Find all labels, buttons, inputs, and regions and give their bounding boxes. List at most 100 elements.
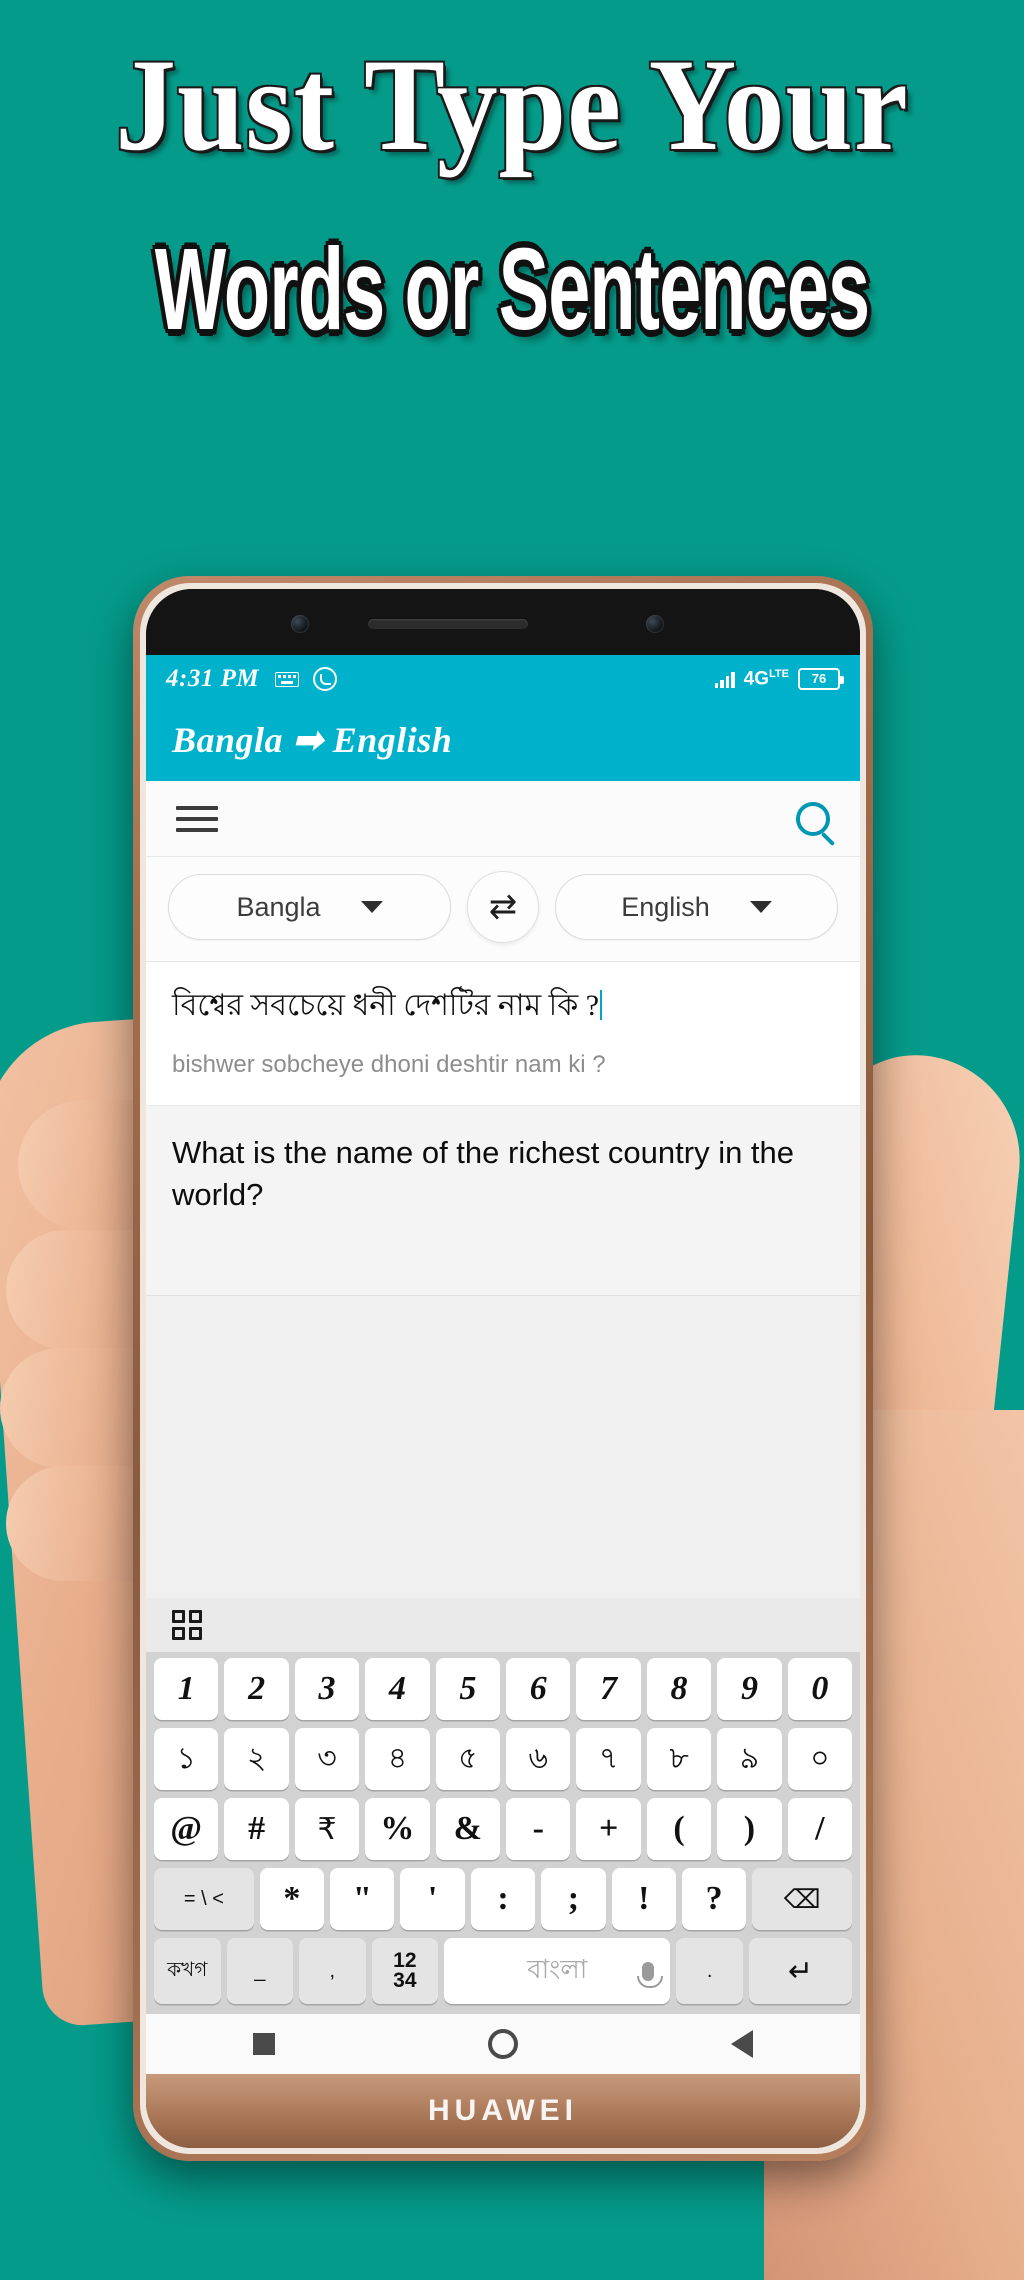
key-plus[interactable]: + <box>576 1798 641 1860</box>
key-5[interactable]: 5 <box>435 1658 501 1720</box>
whatsapp-icon <box>313 667 338 691</box>
key-3[interactable]: 3 <box>294 1658 360 1720</box>
language-selector-row: Bangla ⇄ English <box>146 857 860 962</box>
promo-headline-line2: Words or Sentences <box>154 225 870 355</box>
source-text-area[interactable]: বিশ্বের সবচেয়ে ধনী দেশটির নাম কি ? <box>146 962 860 1037</box>
source-text: বিশ্বের সবচেয়ে ধনী দেশটির নাম কি ? <box>172 989 600 1022</box>
app-title: Bangla ➡ English <box>172 720 453 760</box>
network-type-label: 4GLTE <box>743 667 789 690</box>
key-hash[interactable]: # <box>224 1798 289 1860</box>
triangle-back-icon[interactable] <box>731 2030 754 2058</box>
signal-bars-icon <box>714 670 735 688</box>
front-camera-right-icon <box>646 615 664 633</box>
target-language-label: English <box>621 891 710 922</box>
app-toolbar <box>146 781 860 857</box>
key-comma[interactable]: , <box>299 1938 366 2004</box>
source-text-row: বিশ্বের সবচেয়ে ধনী দেশটির নাম কি ? <box>172 986 834 1027</box>
square-recents-icon[interactable] <box>252 2033 275 2055</box>
key-hyphen[interactable]: - <box>506 1798 571 1860</box>
key-numeric-layout[interactable]: 12 34 <box>371 1938 439 2004</box>
microphone-icon[interactable] <box>637 1961 664 1988</box>
key-single-quote[interactable]: ' <box>400 1868 465 1930</box>
key-1[interactable]: 1 <box>154 1658 219 1720</box>
key-language-switch[interactable]: কখগ <box>154 1938 221 2004</box>
key-8[interactable]: 8 <box>646 1658 712 1720</box>
earpiece-speaker <box>368 619 528 629</box>
app-bar: Bangla ➡ English <box>146 703 860 781</box>
key-bangla-0[interactable]: ০ <box>787 1728 853 1790</box>
source-language-selector[interactable]: Bangla <box>168 874 451 940</box>
target-language-selector[interactable]: English <box>555 874 838 940</box>
keyboard-icon <box>275 671 300 687</box>
transliteration-text: bishwer sobcheye dhoni deshtir nam ki ? <box>146 1036 860 1106</box>
keyboard-toolbar <box>146 1598 860 1652</box>
key-enter[interactable]: ↵ <box>748 1938 852 2004</box>
key-paren-open[interactable]: ( <box>646 1798 712 1860</box>
key-exclamation[interactable]: ! <box>611 1868 676 1930</box>
phone-device: 4:31 PM 4GLTE 76 Bangla ➡ English Bangla… <box>133 576 873 2161</box>
key-9[interactable]: 9 <box>717 1658 782 1720</box>
key-symbols-shift[interactable]: = \ < <box>154 1868 254 1930</box>
status-right-group: 4GLTE 76 <box>714 667 844 690</box>
key-bangla-8[interactable]: ৮ <box>646 1728 712 1790</box>
swap-languages-button[interactable]: ⇄ <box>467 871 539 943</box>
key-period[interactable]: . <box>676 1938 743 2004</box>
key-ampersand[interactable]: & <box>435 1798 501 1860</box>
translation-output-area[interactable]: What is the name of the richest country … <box>146 1105 860 1296</box>
key-question[interactable]: ? <box>681 1868 747 1930</box>
output-spacer <box>146 1295 860 1598</box>
key-bangla-7[interactable]: ৭ <box>576 1728 641 1790</box>
key-bangla-6[interactable]: ৬ <box>506 1728 571 1790</box>
translation-output-text: What is the name of the richest country … <box>172 1134 795 1213</box>
key-underscore[interactable]: _ <box>226 1938 294 2004</box>
key-bangla-9[interactable]: ৯ <box>717 1728 782 1790</box>
key-bangla-1[interactable]: ১ <box>154 1728 219 1790</box>
key-numeric-top: 12 <box>393 1949 417 1972</box>
key-colon[interactable]: : <box>470 1868 536 1930</box>
key-spacebar[interactable]: বাংলা <box>444 1938 671 2004</box>
keyboard-row-bottom: কখগ _ , 12 34 বাংলা . ↵ <box>150 1938 856 2004</box>
key-0[interactable]: 0 <box>787 1658 853 1720</box>
keyboard-row-numbers-bangla: ১ ২ ৩ ৪ ৫ ৬ ৭ ৮ ৯ ০ <box>150 1728 856 1790</box>
key-double-quote[interactable]: " <box>330 1868 395 1930</box>
promo-banner: Just Type Your Words or Sentences <box>0 0 1024 430</box>
key-paren-close[interactable]: ) <box>717 1798 782 1860</box>
key-6[interactable]: 6 <box>506 1658 571 1720</box>
key-numeric-bottom: 34 <box>393 1969 417 1992</box>
text-cursor <box>600 990 603 1020</box>
search-icon[interactable] <box>796 801 830 836</box>
key-bangla-2[interactable]: ২ <box>224 1728 289 1790</box>
key-bangla-3[interactable]: ৩ <box>294 1728 360 1790</box>
grid-apps-icon[interactable] <box>172 1610 202 1640</box>
battery-icon: 76 <box>798 667 844 690</box>
key-bangla-4[interactable]: ৪ <box>365 1728 430 1790</box>
status-time: 4:31 PM <box>166 665 260 692</box>
phone-chin: HUAWEI <box>146 2074 860 2148</box>
phone-inner-frame: 4:31 PM 4GLTE 76 Bangla ➡ English Bangla… <box>140 583 866 2154</box>
keyboard-row-punctuation: = \ < * " ' : ; ! ? ⌫ <box>150 1868 856 1930</box>
phone-brand-label: HUAWEI <box>428 2094 578 2127</box>
chevron-down-icon <box>360 901 383 913</box>
key-asterisk[interactable]: * <box>259 1868 325 1930</box>
key-backspace[interactable]: ⌫ <box>752 1868 853 1930</box>
key-slash[interactable]: / <box>787 1798 853 1860</box>
keyboard-row-numbers-latin: 1 2 3 4 5 6 7 8 9 0 <box>150 1658 856 1720</box>
key-semicolon[interactable]: ; <box>541 1868 606 1930</box>
spacebar-label: বাংলা <box>527 1955 588 1985</box>
phone-top-bar <box>146 589 860 655</box>
front-camera-left-icon <box>291 615 309 633</box>
key-rupee[interactable]: ₹ <box>294 1798 360 1860</box>
status-bar: 4:31 PM 4GLTE 76 <box>146 655 860 703</box>
key-7[interactable]: 7 <box>576 1658 641 1720</box>
chevron-down-icon <box>749 901 772 913</box>
key-percent[interactable]: % <box>365 1798 430 1860</box>
circle-home-icon[interactable] <box>487 2029 518 2059</box>
hamburger-menu-icon[interactable] <box>176 799 218 839</box>
promo-headline-line1: Just Type Your <box>115 31 909 178</box>
key-at[interactable]: @ <box>154 1798 219 1860</box>
source-language-label: Bangla <box>236 891 321 922</box>
key-bangla-5[interactable]: ৫ <box>435 1728 501 1790</box>
phone-bezel: 4:31 PM 4GLTE 76 Bangla ➡ English Bangla… <box>146 589 860 2148</box>
key-2[interactable]: 2 <box>224 1658 289 1720</box>
key-4[interactable]: 4 <box>365 1658 430 1720</box>
